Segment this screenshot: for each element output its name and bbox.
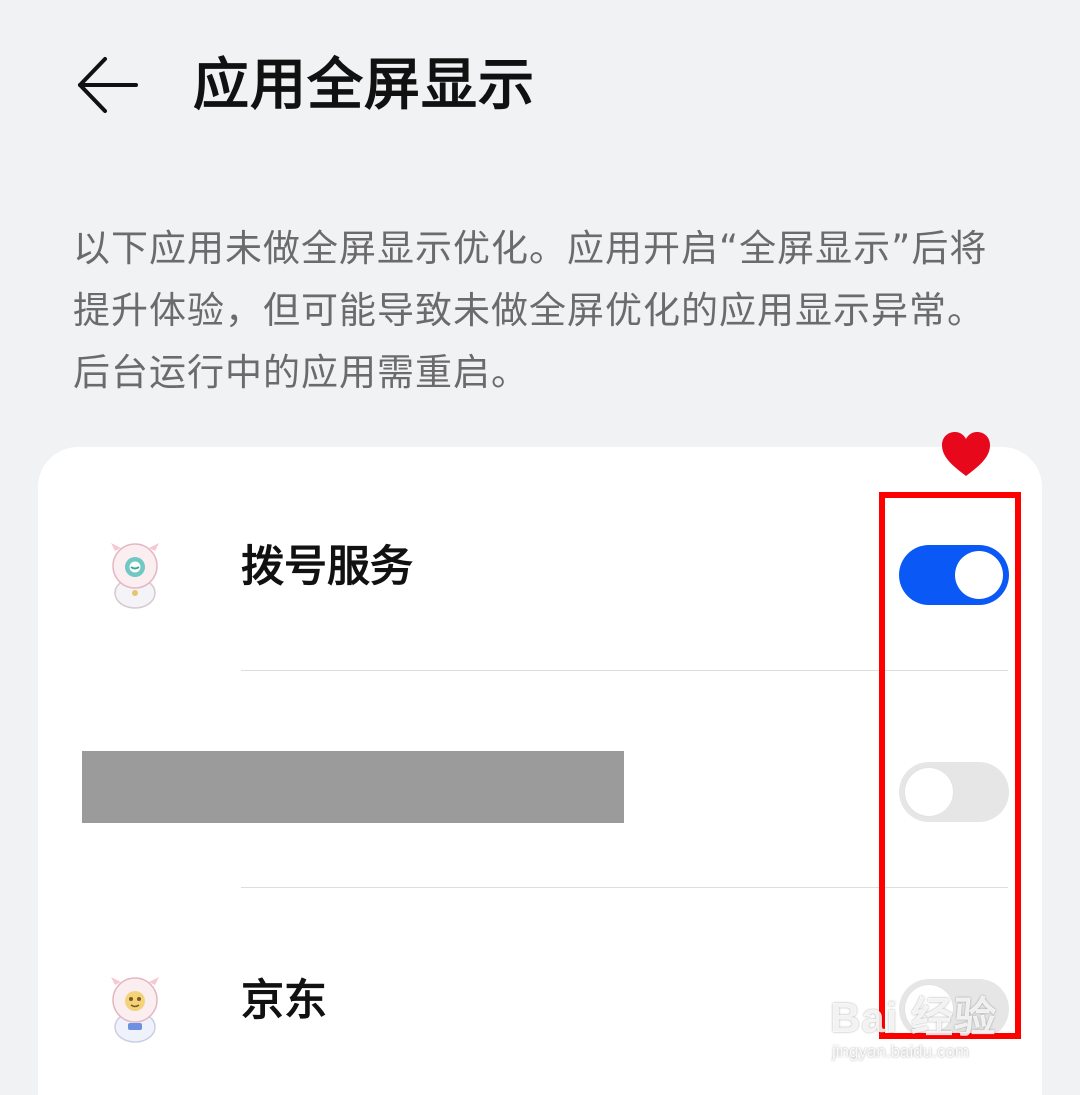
app-icon-jd	[104, 975, 166, 1045]
watermark-logo: Bai 经验	[830, 994, 998, 1041]
fullscreen-toggle[interactable]	[899, 545, 1009, 605]
app-icon-dialer	[104, 541, 166, 611]
back-button[interactable]	[70, 50, 150, 120]
list-item-dialer[interactable]: 拨号服务	[38, 459, 1042, 676]
description-text: 以下应用未做全屏显示优化。应用开启“全屏显示”后将提升体验，但可能导致未做全屏优…	[73, 227, 988, 394]
app-name: 拨号服务	[241, 542, 413, 592]
toggle-knob	[955, 551, 1003, 599]
toggle-knob	[905, 768, 953, 816]
page-title: 应用全屏显示	[193, 53, 535, 118]
watermark: Bai 经验 jingyan.baidu.com	[830, 995, 997, 1063]
redacted-app-name	[82, 751, 624, 823]
heart-icon	[940, 430, 992, 478]
fullscreen-toggle[interactable]	[899, 762, 1009, 822]
divider	[241, 670, 1008, 671]
arrow-left-icon	[78, 57, 138, 113]
watermark-url: jingyan.baidu.com	[832, 1042, 970, 1061]
settings-page: 应用全屏显示 以下应用未做全屏显示优化。应用开启“全屏显示”后将提升体验，但可能…	[0, 0, 1080, 1095]
app-name: 京东	[241, 976, 327, 1026]
divider	[241, 887, 1008, 888]
header: 应用全屏显示	[0, 0, 1080, 180]
